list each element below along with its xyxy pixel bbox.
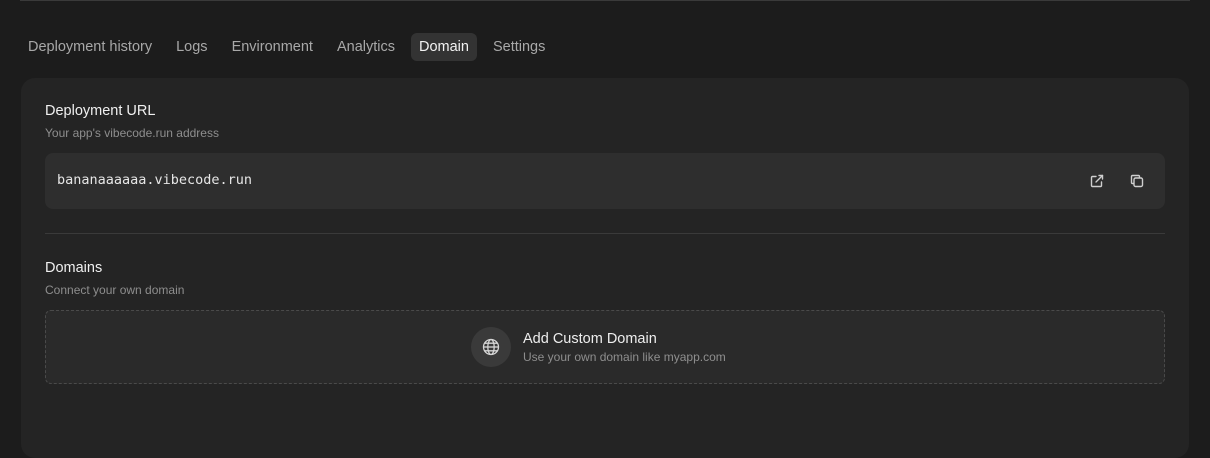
section-divider xyxy=(45,233,1165,234)
tab-domain[interactable]: Domain xyxy=(411,33,477,61)
domains-title: Domains xyxy=(45,260,103,276)
top-divider xyxy=(20,0,1190,1)
tab-settings[interactable]: Settings xyxy=(485,33,553,61)
open-url-button[interactable] xyxy=(1085,169,1109,193)
tab-analytics[interactable]: Analytics xyxy=(329,33,403,61)
tab-environment[interactable]: Environment xyxy=(224,33,321,61)
copy-icon xyxy=(1130,174,1144,188)
tab-deployment-history[interactable]: Deployment history xyxy=(20,33,160,61)
deployment-url-subtitle: Your app's vibecode.run address xyxy=(45,126,219,140)
deployment-url-title: Deployment URL xyxy=(45,103,156,119)
deployment-url-value: bananaaaaaa.vibecode.run xyxy=(57,172,253,188)
add-custom-domain-title: Add Custom Domain xyxy=(523,331,657,347)
deployment-url-box: bananaaaaaa.vibecode.run xyxy=(45,153,1165,209)
tab-logs[interactable]: Logs xyxy=(168,33,215,61)
tab-bar: Deployment history Logs Environment Anal… xyxy=(20,33,561,61)
domain-panel: Deployment URL Your app's vibecode.run a… xyxy=(21,78,1189,458)
add-custom-domain-button[interactable]: Add Custom Domain Use your own domain li… xyxy=(45,310,1165,384)
globe-icon-badge xyxy=(471,327,511,367)
globe-icon xyxy=(482,338,500,356)
copy-url-button[interactable] xyxy=(1125,169,1149,193)
external-link-icon xyxy=(1090,174,1104,188)
domains-subtitle: Connect your own domain xyxy=(45,283,185,297)
add-custom-domain-subtitle: Use your own domain like myapp.com xyxy=(523,350,726,364)
